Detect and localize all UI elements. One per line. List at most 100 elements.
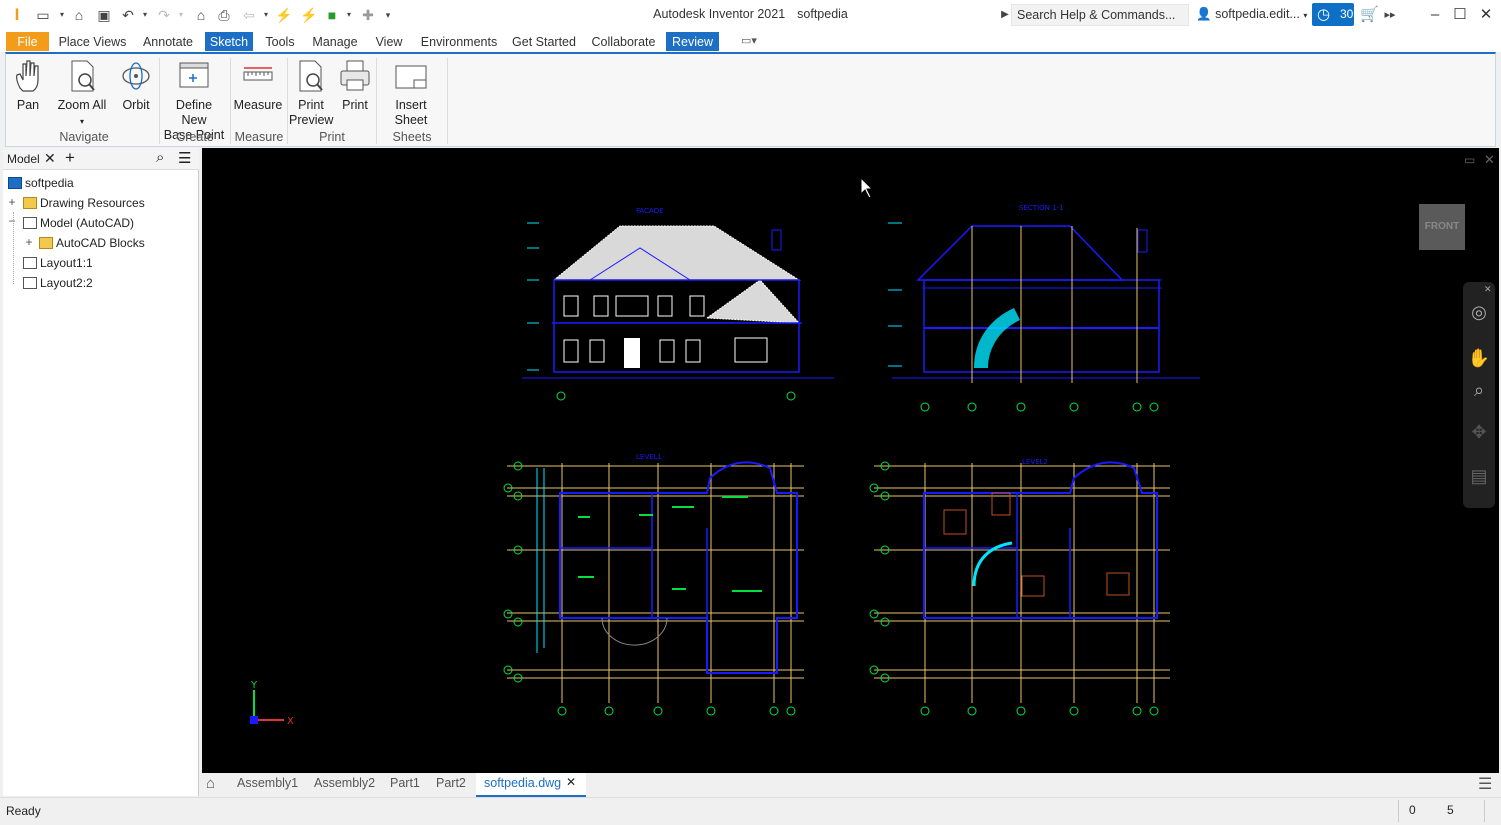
chevron-down-icon[interactable]: ▾ <box>53 6 71 24</box>
close-button[interactable]: ✕ <box>1476 5 1496 25</box>
tab-annotate[interactable]: Annotate <box>137 32 199 51</box>
close-icon[interactable]: ✕ <box>44 150 56 167</box>
tree-item-root[interactable]: softpedia <box>8 174 74 192</box>
undo-dropdown-icon[interactable]: ▾ <box>136 6 154 24</box>
pan-button[interactable]: Pan <box>10 58 46 113</box>
redo-dropdown-icon[interactable]: ▾ <box>172 6 190 24</box>
level-marks <box>888 222 902 367</box>
doc-tab-part1[interactable]: Part1 <box>390 776 420 790</box>
section-roof <box>916 225 1124 281</box>
more-icon[interactable]: ▸▸ <box>1381 6 1399 24</box>
appearance-icon[interactable]: ■ <box>323 6 341 24</box>
browser-title[interactable]: Model <box>7 152 40 166</box>
window <box>563 295 579 317</box>
tab-review[interactable]: Review <box>666 32 719 51</box>
search-input[interactable]: Search Help & Commands... <box>1011 4 1189 26</box>
search-icon[interactable]: ⌕ <box>156 149 164 166</box>
tab-manage[interactable]: Manage <box>309 32 361 51</box>
bed <box>1106 572 1130 596</box>
graphics-viewport[interactable]: FACADE SECTION 1-1 LEVEL1 LEVEL2 Y X ▭ ✕… <box>202 148 1499 773</box>
tree-item-drawing-resources[interactable]: Drawing Resources <box>23 194 145 212</box>
user-account[interactable]: 👤 softpedia.edit... ▾ <box>1196 7 1307 22</box>
doc-tab-assembly2[interactable]: Assembly2 <box>314 776 375 790</box>
pan-hand-icon[interactable]: ✋ <box>1467 346 1491 370</box>
axis-y-label: Y <box>250 680 258 691</box>
steering-wheel-icon[interactable]: ◎ <box>1467 300 1491 324</box>
tree-item-model-autocad[interactable]: Model (AutoCAD) <box>23 214 134 232</box>
customize-dropdown-icon[interactable]: ▾ <box>379 6 397 24</box>
add-icon[interactable]: + <box>65 148 75 168</box>
print-icon[interactable]: ⎙ <box>215 6 233 24</box>
grid-lines-horizontal <box>874 465 1170 679</box>
appearance-dropdown-icon[interactable]: ▾ <box>340 6 358 24</box>
viewcube[interactable]: FRONT <box>1419 204 1465 250</box>
rebuild-icon[interactable]: ⚡ <box>300 6 318 24</box>
zoom-dropdown-icon[interactable]: ▾ <box>80 117 84 126</box>
restore-viewport-icon[interactable]: ▭ <box>1464 153 1475 167</box>
zoom-all-icon <box>71 60 95 92</box>
orbit-nav-icon[interactable]: ✥ <box>1467 420 1491 444</box>
tree-item-layout1-label: Layout1:1 <box>40 256 93 270</box>
print-preview-label-1: Print <box>298 98 324 112</box>
tab-get-started[interactable]: Get Started <box>509 32 579 51</box>
grid-bubble <box>967 706 977 716</box>
view-face-icon[interactable]: ▤ <box>1467 464 1491 488</box>
tab-sketch[interactable]: Sketch <box>205 32 253 51</box>
tree-item-autocad-blocks[interactable]: AutoCAD Blocks <box>39 234 145 252</box>
grid-lines-horizontal <box>507 465 804 679</box>
close-viewport-icon[interactable]: ✕ <box>1484 152 1495 168</box>
insert-sheet-button[interactable]: Insert Sheet <box>379 58 443 128</box>
new-file-icon[interactable]: ▭ <box>34 6 52 24</box>
cart-icon[interactable]: 🛒 <box>1360 6 1379 24</box>
undo-icon[interactable]: ↶ <box>119 6 137 24</box>
ribbon-options-icon[interactable]: ▭▾ <box>741 34 757 47</box>
menu-icon[interactable]: ☰ <box>178 149 191 167</box>
zoom-all-button[interactable]: Zoom All ▾ <box>54 58 110 129</box>
redo-icon[interactable]: ↷ <box>155 6 173 24</box>
close-icon[interactable]: ✕ <box>1484 284 1492 295</box>
grid-bubble <box>1069 706 1079 716</box>
tree-item-layout2[interactable]: Layout2:2 <box>23 274 93 292</box>
tree-item-model-autocad-label: Model (AutoCAD) <box>40 216 135 230</box>
room-label <box>578 516 590 518</box>
print-preview-button[interactable]: Print Preview <box>289 58 333 128</box>
tab-place-views[interactable]: Place Views <box>55 32 130 51</box>
model-browser: Model ✕ + ⌕ ☰ softpedia + Drawing Resour… <box>3 148 199 796</box>
doc-tab-part2[interactable]: Part2 <box>436 776 466 790</box>
grid-bubble <box>1069 402 1079 412</box>
tab-file[interactable]: File <box>6 32 49 51</box>
level-marks <box>527 222 539 371</box>
orbit-button[interactable]: Orbit <box>117 58 155 113</box>
tab-tools[interactable]: Tools <box>260 32 300 51</box>
doc-tab-active[interactable]: softpedia.dwg ✕ <box>476 773 586 797</box>
window <box>615 295 649 317</box>
close-tab-icon[interactable]: ✕ <box>566 775 576 789</box>
print-button[interactable]: Print <box>337 58 373 113</box>
tab-environments[interactable]: Environments <box>416 32 502 51</box>
measure-button[interactable]: Measure <box>233 58 283 113</box>
return-icon[interactable]: ⇦ <box>240 6 258 24</box>
tree-item-layout1[interactable]: Layout1:1 <box>23 254 93 272</box>
add-icon[interactable]: ✚ <box>359 6 377 24</box>
home-icon[interactable]: ⌂ <box>192 6 210 24</box>
tabs-menu-icon[interactable]: ☰ <box>1478 774 1492 794</box>
update-icon[interactable]: ⚡ <box>275 6 293 24</box>
tab-view[interactable]: View <box>370 32 408 51</box>
minimize-button[interactable]: – <box>1425 5 1445 25</box>
expand-icon[interactable]: + <box>7 195 17 209</box>
print-label: Print <box>342 98 368 112</box>
trial-timer-badge[interactable]: ◷ 30 <box>1312 3 1354 26</box>
save-icon[interactable]: ▣ <box>95 6 113 24</box>
open-folder-icon[interactable]: ⌂ <box>70 6 88 24</box>
inventor-logo-icon[interactable]: I <box>8 6 26 24</box>
maximize-button[interactable]: ☐ <box>1450 5 1470 25</box>
return-dropdown-icon[interactable]: ▾ <box>257 6 275 24</box>
collapse-icon[interactable]: − <box>7 214 17 228</box>
tab-collaborate[interactable]: Collaborate <box>587 32 660 51</box>
home-icon[interactable]: ⌂ <box>206 775 215 792</box>
zoom-icon[interactable]: ⌕ <box>1467 378 1491 402</box>
insert-sheet-label: Insert Sheet <box>394 98 428 127</box>
staircase <box>974 308 1020 368</box>
expand-icon[interactable]: + <box>24 235 34 249</box>
doc-tab-assembly1[interactable]: Assembly1 <box>237 776 298 790</box>
